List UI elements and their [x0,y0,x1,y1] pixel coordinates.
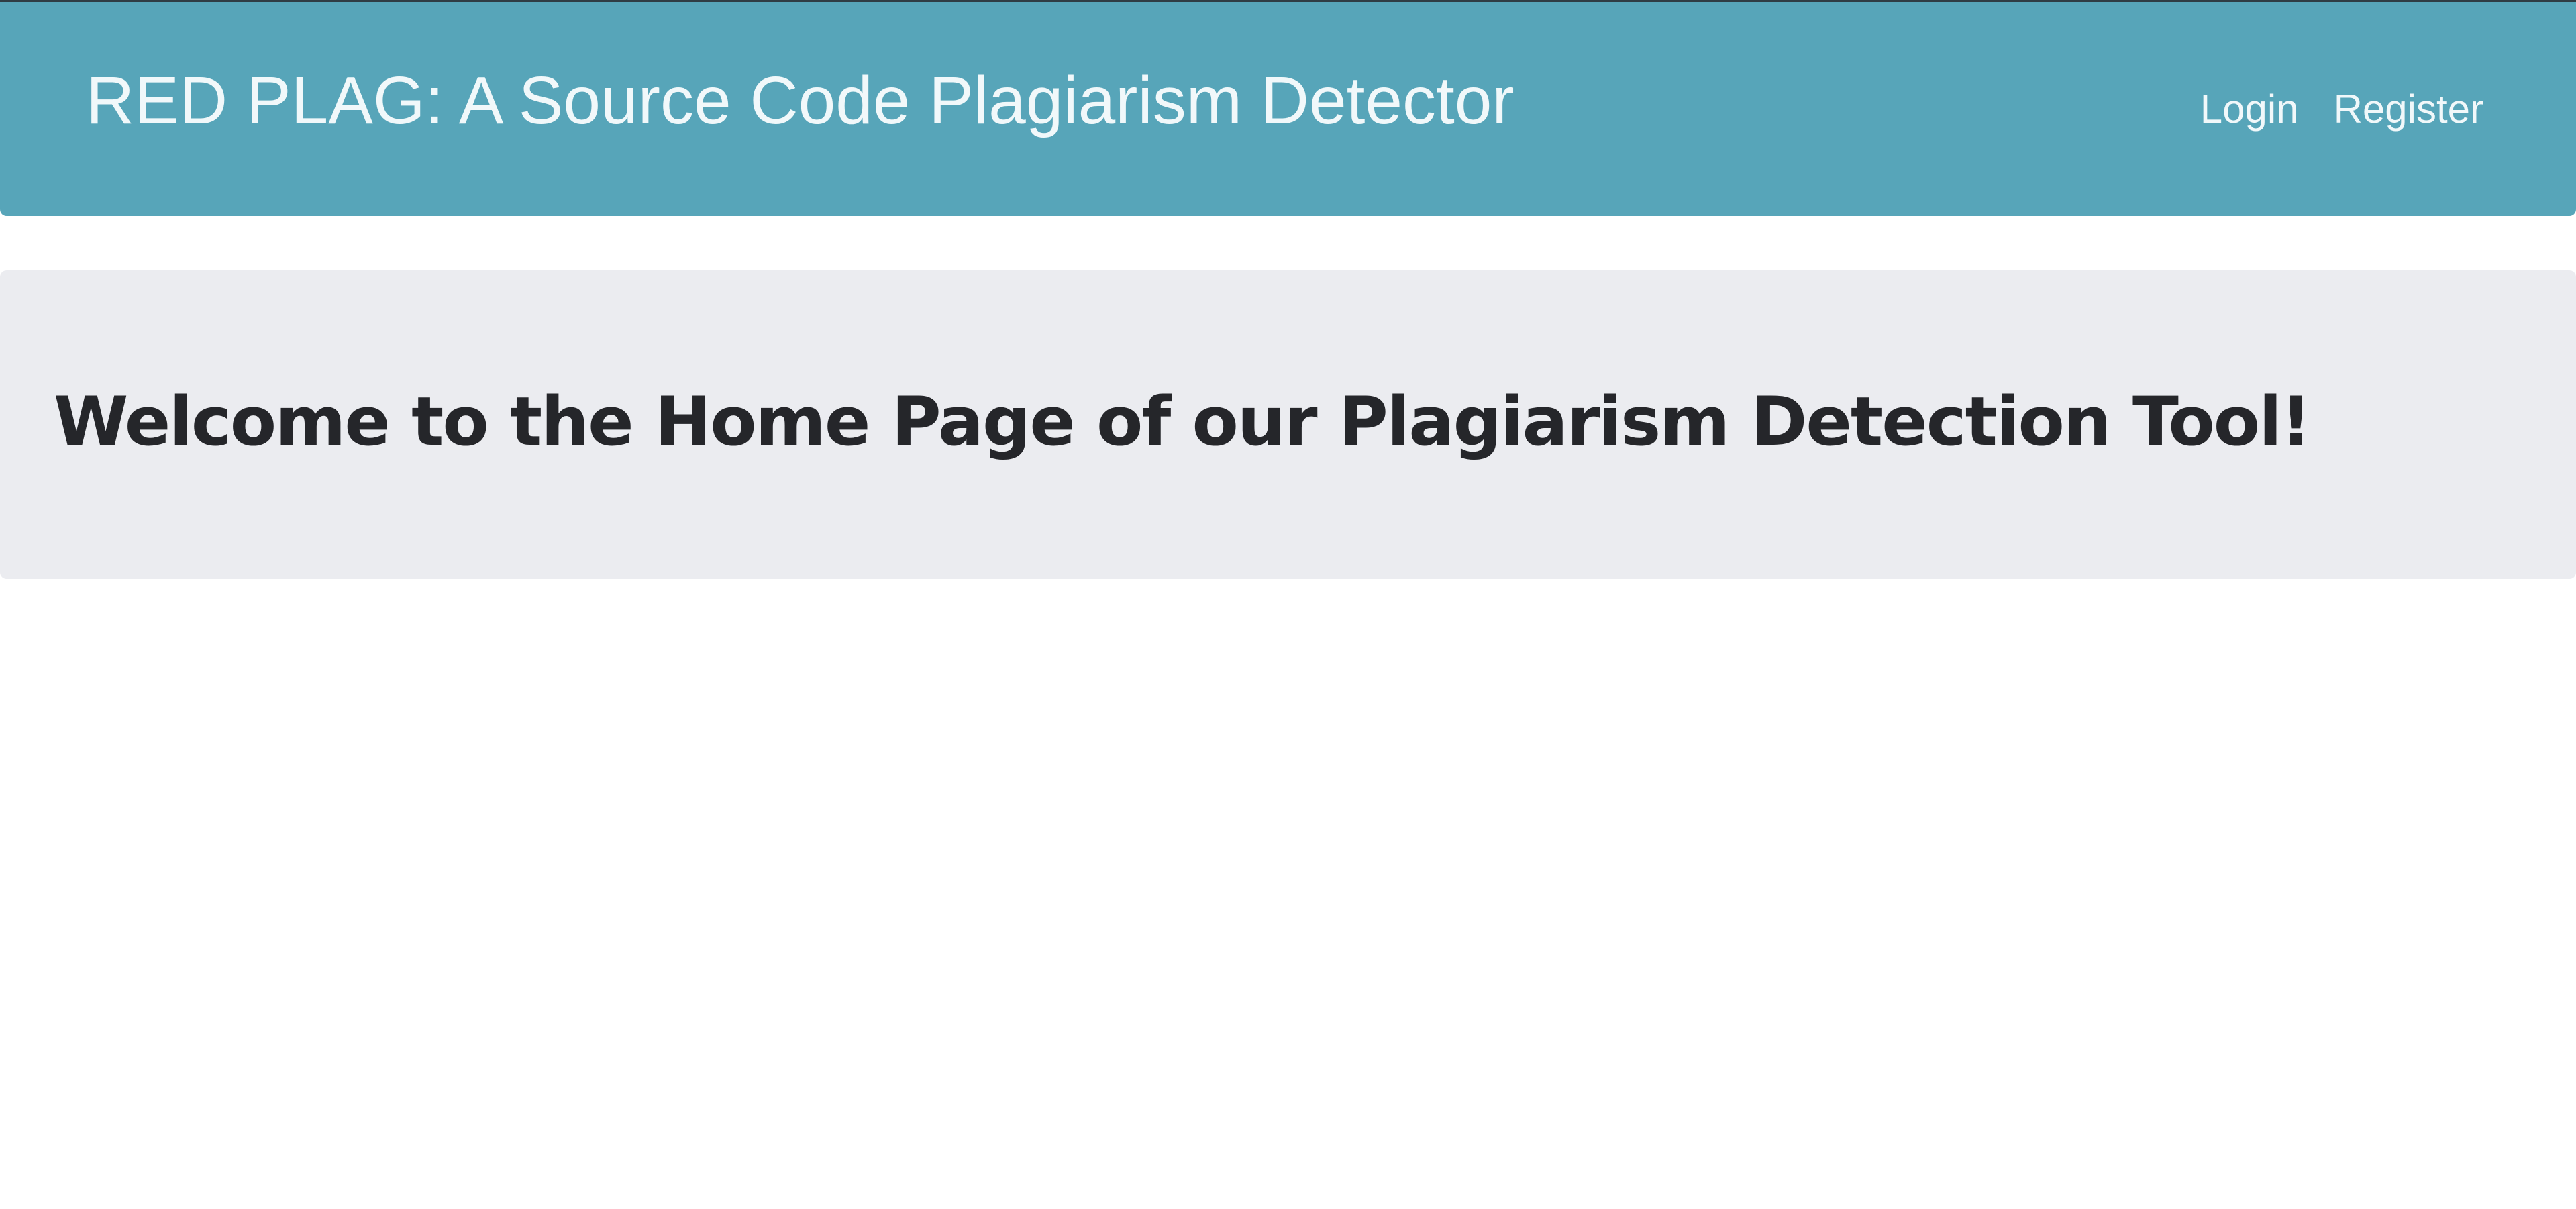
welcome-heading: Welcome to the Home Page of our Plagiari… [54,382,2312,461]
top-navbar: RED PLAG: A Source Code Plagiarism Detec… [0,0,2576,216]
login-link[interactable]: Login [2200,81,2299,138]
auth-nav-links: Login Register [2200,81,2483,138]
register-link[interactable]: Register [2334,81,2483,138]
site-brand-title[interactable]: RED PLAG: A Source Code Plagiarism Detec… [86,59,1514,143]
welcome-jumbotron: Welcome to the Home Page of our Plagiari… [0,270,2576,579]
